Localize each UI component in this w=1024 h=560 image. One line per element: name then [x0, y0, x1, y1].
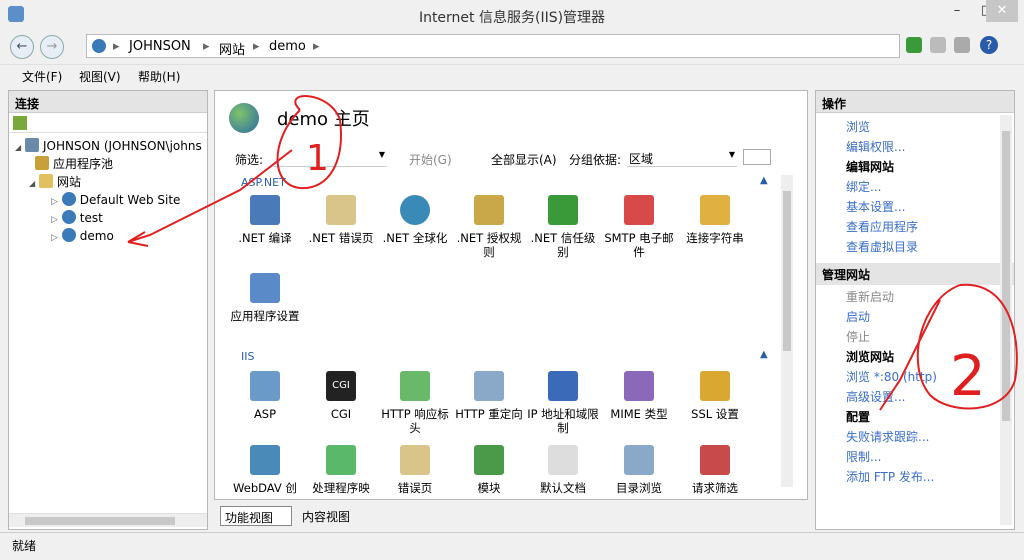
annotation-overlay: 1 2 [127, 95, 1018, 411]
annotation-arrow [127, 149, 293, 247]
annotation-label-2: 2 [950, 344, 986, 409]
annotation-arrow-2 [879, 299, 941, 411]
annotation-label-1: 1 [306, 138, 329, 179]
